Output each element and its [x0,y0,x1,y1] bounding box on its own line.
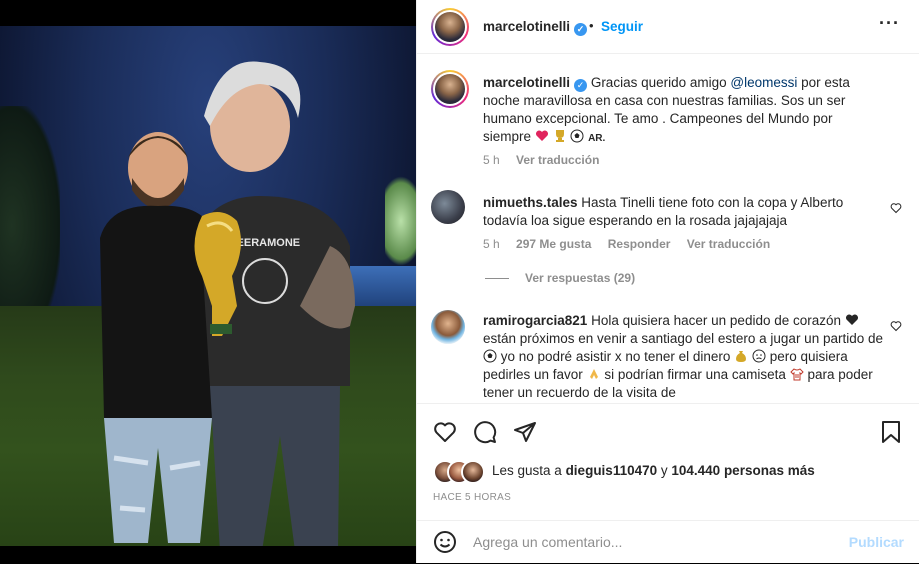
likes-summary: Les gusta a dieguis110470 y 104.440 pers… [433,460,913,484]
comment-likes-count[interactable]: 297 Me gusta [516,237,591,251]
caption-username[interactable]: marcelotinelli [483,75,570,90]
comment-username[interactable]: ramirogarcia821 [483,313,587,328]
author-avatar[interactable] [431,8,469,46]
commenter-avatar[interactable] [431,190,465,224]
comment-meta: 5 h 297 Me gusta Responder Ver traducció… [483,237,770,251]
sad-face-icon [752,349,766,363]
soccer-ball-icon [483,349,497,363]
mention-link[interactable]: @leomessi [730,75,797,90]
share-icon[interactable] [513,420,537,444]
replies-divider [485,278,509,280]
world-cup-trophy [194,212,241,336]
comment-time[interactable]: 5 h [483,237,500,251]
likes-user[interactable]: dieguis110470 [566,463,658,478]
caption-meta: 5 h Ver traducción [483,153,599,167]
author-username-text[interactable]: marcelotinelli [483,19,570,34]
black-heart-icon [845,314,858,325]
comment-text: ramirogarcia821 Hola quisiera hacer un p… [483,312,883,402]
commenter-avatar[interactable] [431,310,465,344]
photo-plant [385,176,416,266]
verified-icon: ✓ [574,23,588,36]
author-username[interactable]: marcelotinelli ✓ [483,19,588,36]
flag-label: AR. [588,133,606,144]
caption-avatar[interactable] [431,70,469,108]
trophy-icon [555,130,564,142]
comment-body-5: si podrían firmar una camiseta [604,367,786,382]
caption-time[interactable]: 5 h [483,153,500,167]
comment-body-2: están próximos en venir a santiago del e… [483,331,883,346]
more-icon[interactable]: ··· [879,13,900,34]
post-timestamp[interactable]: HACE 5 HORAS [433,492,511,503]
likes-count[interactable]: 104.440 personas más [671,463,814,478]
post-actions [417,403,919,459]
comment-text: nimueths.tales Hasta Tinelli tiene foto … [483,194,883,230]
money-bag-icon [736,351,747,362]
liker-avatar[interactable] [461,460,485,484]
post-header: marcelotinelli ✓ • Seguir ··· [417,0,919,54]
comment-input[interactable]: Agrega un comentario... [473,534,622,550]
caption-translate[interactable]: Ver traducción [516,153,599,167]
comment-composer: Agrega un comentario... Publicar [417,520,919,564]
comment-translate[interactable]: Ver traducción [687,237,770,251]
likes-middle: y [657,463,672,478]
post-photo[interactable]: OEERAMONE [0,26,416,546]
view-replies-button[interactable]: Ver respuestas (29) [485,271,635,285]
caption-body-pre: Gracias querido amigo [590,75,731,90]
follow-button[interactable]: Seguir [601,19,643,34]
verified-icon: ✓ [574,79,588,92]
comments-list[interactable]: marcelotinelli ✓ Gracias querido amigo @l… [417,54,919,402]
post-sidebar: marcelotinelli ✓ • Seguir ··· marcelotine… [416,0,919,563]
comment-icon[interactable] [473,420,497,444]
comment-username[interactable]: nimueths.tales [483,195,578,210]
heart-icon[interactable] [433,420,457,444]
photo-tree [0,106,60,306]
comment-body-3: yo no podré asistir x no tener el dinero [500,349,731,364]
likes-prefix: Les gusta a [492,463,566,478]
bookmark-icon[interactable] [880,420,902,444]
emoji-icon[interactable] [433,530,457,554]
view-replies-label[interactable]: Ver respuestas (29) [525,271,635,285]
likes-text: Les gusta a dieguis110470 y 104.440 pers… [492,463,815,478]
jersey-icon [789,368,804,381]
praying-hands-icon [589,369,598,379]
publish-button[interactable]: Publicar [849,534,904,550]
red-heart-icon [535,130,548,141]
soccer-ball-icon [570,129,584,143]
comment-like-icon[interactable] [890,320,902,332]
reply-button[interactable]: Responder [608,237,671,251]
comment-like-icon[interactable] [890,202,902,214]
caption-text: marcelotinelli ✓ Gracias querido amigo @l… [483,74,883,148]
separator-dot: • [589,18,594,33]
comment-body-1: Hola quisiera hacer un pedido de corazón [591,313,842,328]
